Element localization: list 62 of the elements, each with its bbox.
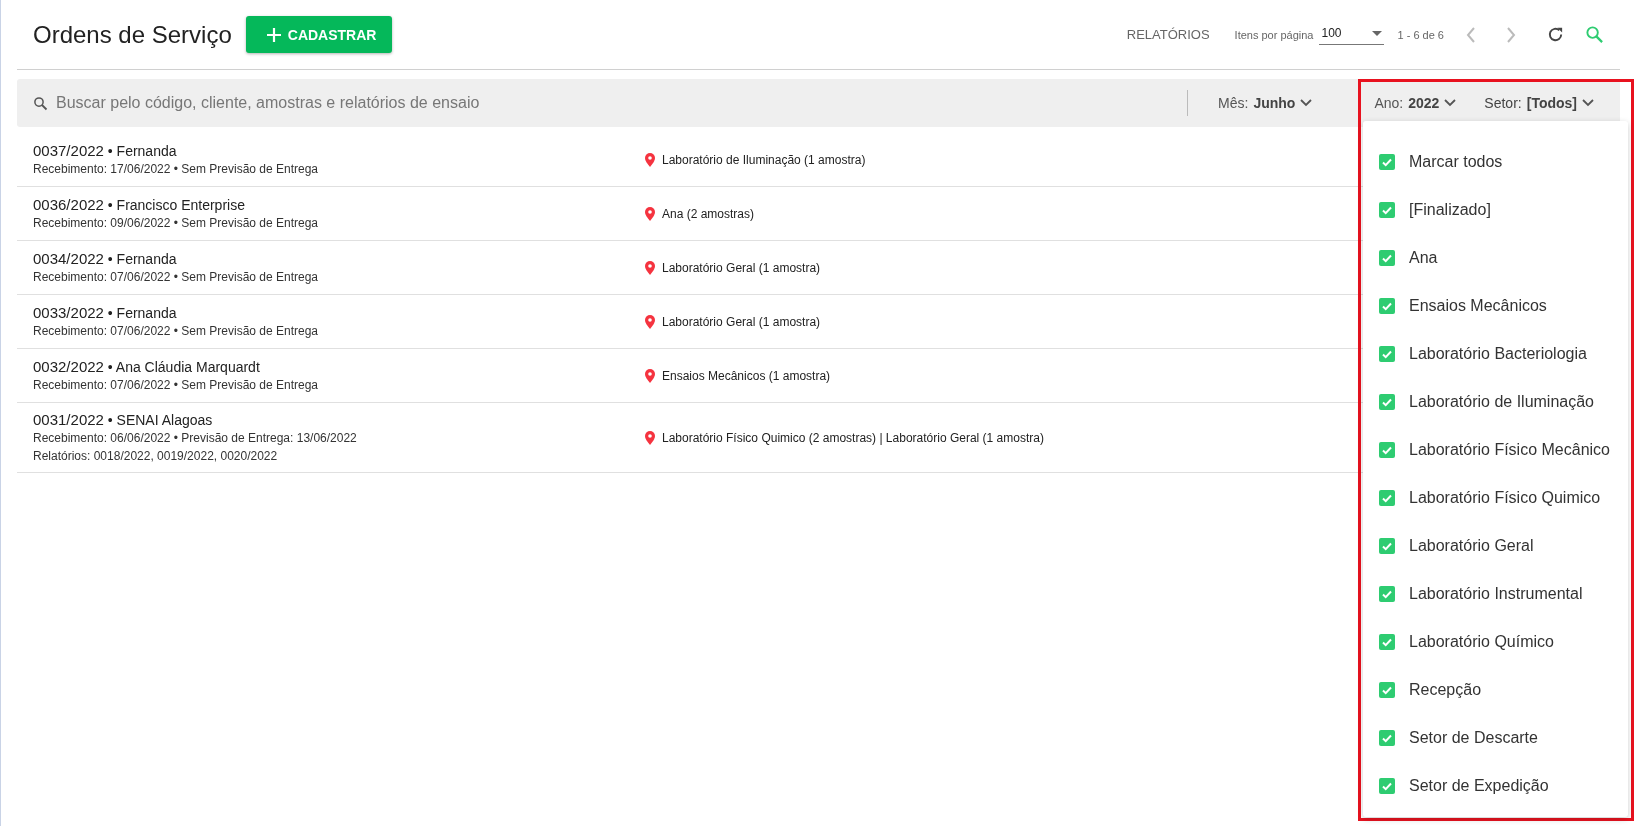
order-title: 0034/2022 • Fernanda [33, 250, 178, 268]
chevron-down-icon [1444, 99, 1457, 107]
order-title: 0031/2022 • SENAI Alagoas [33, 411, 214, 429]
checkbox-option[interactable]: Laboratório Químico [1363, 618, 1628, 666]
checkbox[interactable] [1379, 778, 1395, 794]
checkbox-option[interactable]: Laboratório Instrumental [1363, 570, 1628, 618]
checkbox-option[interactable]: Setor de Descarte [1363, 714, 1628, 762]
order-location: Laboratório de Iluminação (1 amostra) [662, 153, 866, 167]
order-dates: Recebimento: 06/06/2022 • Previsão de Entrega: 13/06/2022 [33, 430, 358, 447]
checkbox[interactable] [1379, 250, 1395, 266]
location-pin-icon [645, 369, 655, 383]
checkbox[interactable] [1379, 442, 1395, 458]
order-title: 0036/2022 • Francisco Enterprise [33, 196, 246, 214]
order-location: Laboratório Geral (1 amostra) [662, 315, 821, 329]
order-title: 0033/2022 • Fernanda [33, 304, 178, 322]
filter-dropdown[interactable]: Mês: Junho [1212, 94, 1319, 112]
order-dates: Recebimento: 07/06/2022 • Sem Previsão de Entrega [33, 377, 320, 394]
chevron-down-icon [1582, 99, 1594, 107]
checkbox[interactable] [1379, 394, 1395, 410]
location-pin-icon [645, 261, 655, 275]
dropdown-caret-icon [1371, 30, 1382, 36]
page-range: 1 - 6 de 6 [1397, 28, 1444, 41]
order-location: Ensaios Mecânicos (1 amostra) [662, 369, 831, 383]
plus-icon [265, 26, 282, 43]
checkbox-option[interactable]: Recepção [1363, 666, 1628, 714]
filter-dropdown[interactable]: Ano: 2022 [1368, 94, 1463, 112]
chevron-down-icon [1300, 99, 1313, 107]
page-size-label: Itens por página [1234, 28, 1314, 41]
checkbox-option[interactable]: Setor de Expedição [1363, 762, 1628, 810]
checkbox[interactable] [1379, 346, 1395, 362]
order-location: Ana (2 amostras) [662, 207, 755, 221]
order-dates: Recebimento: 07/06/2022 • Sem Previsão de Entrega [33, 323, 320, 340]
location-pin-icon [645, 153, 655, 167]
order-reports: Relatórios: 0018/2022, 0019/2022, 0020/2022 [33, 448, 279, 465]
checkbox-option[interactable]: Laboratório Geral [1363, 522, 1628, 570]
order-location: Laboratório Físico Quimico (2 amostras) | Laboratório Geral (1 amostra) [662, 431, 1044, 445]
order-dates: Recebimento: 09/06/2022 • Sem Previsão de Entrega [33, 215, 320, 232]
order-location: Laboratório Geral (1 amostra) [662, 261, 821, 275]
order-title: 0037/2022 • Fernanda [33, 142, 178, 160]
page-title: Ordens de Serviço [33, 20, 232, 49]
search-icon[interactable] [1585, 25, 1604, 44]
checkbox[interactable] [1379, 202, 1395, 218]
reports-link[interactable]: RELATÓRIOS [1126, 27, 1210, 42]
checkbox[interactable] [1379, 154, 1395, 170]
page-size-select[interactable]: 100 [1319, 24, 1384, 45]
refresh-icon[interactable] [1546, 25, 1565, 44]
checkbox[interactable] [1379, 682, 1395, 698]
checkbox[interactable] [1379, 586, 1395, 602]
search-field[interactable]: Buscar pelo código, cliente, amostras e relatórios de ensaio [17, 79, 1174, 127]
checkbox[interactable] [1379, 538, 1395, 554]
checkbox[interactable] [1379, 490, 1395, 506]
location-pin-icon [645, 207, 655, 221]
order-dates: Recebimento: 07/06/2022 • Sem Previsão de Entrega [33, 269, 320, 286]
checkbox[interactable] [1379, 730, 1395, 746]
order-title: 0032/2022 • Ana Cláudia Marquardt [33, 358, 261, 376]
filter-dropdown[interactable]: Setor: [Todos] [1478, 94, 1600, 112]
checkbox[interactable] [1379, 634, 1395, 650]
location-pin-icon [645, 315, 655, 329]
location-pin-icon [645, 431, 655, 445]
checkbox-option[interactable]: Laboratório Físico Quimico [1363, 474, 1628, 522]
checkbox[interactable] [1379, 298, 1395, 314]
order-dates: Recebimento: 17/06/2022 • Sem Previsão de Entrega [33, 161, 320, 178]
